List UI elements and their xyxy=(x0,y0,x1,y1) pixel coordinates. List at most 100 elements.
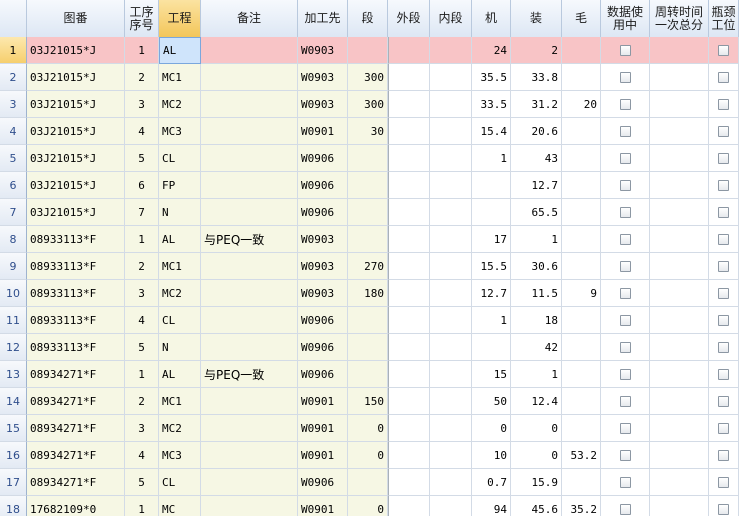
cell-note[interactable] xyxy=(201,64,298,91)
cell-assy[interactable]: 42 xyxy=(511,334,562,361)
cell-seq[interactable]: 3 xyxy=(125,91,159,118)
cell-seq[interactable]: 4 xyxy=(125,118,159,145)
cell-assy[interactable]: 31.2 xyxy=(511,91,562,118)
cell-note[interactable] xyxy=(201,253,298,280)
checkbox-quota[interactable] xyxy=(718,395,729,407)
cell-mao[interactable]: 35.2 xyxy=(562,496,601,516)
cell-turnover[interactable] xyxy=(650,361,709,388)
cell-seq[interactable]: 3 xyxy=(125,415,159,442)
cell-outer[interactable] xyxy=(388,226,430,253)
cell-mao[interactable] xyxy=(562,415,601,442)
cell-part[interactable]: 03J21015*J xyxy=(27,199,125,226)
cell-mao[interactable]: 53.2 xyxy=(562,442,601,469)
cell-machine[interactable]: 1 xyxy=(472,145,511,172)
table-row[interactable]: 12 08933113*F 5 N W0906 42 xyxy=(0,334,739,361)
cell-vendor[interactable]: W0906 xyxy=(298,334,348,361)
cell-machine[interactable]: 35.5 xyxy=(472,64,511,91)
cell-turnover[interactable] xyxy=(650,91,709,118)
checkbox-quota[interactable] xyxy=(718,152,729,164)
cell-proc[interactable]: CL xyxy=(159,145,201,172)
cell-proc[interactable]: MC1 xyxy=(159,253,201,280)
cell-seq[interactable]: 7 xyxy=(125,199,159,226)
cell-inuse[interactable] xyxy=(601,415,650,442)
cell-inner[interactable] xyxy=(430,199,472,226)
table-row[interactable]: 16 08934271*F 4 MC3 W0901 0 10 0 53.2 xyxy=(0,442,739,469)
cell-inner[interactable] xyxy=(430,172,472,199)
cell-seq[interactable]: 2 xyxy=(125,64,159,91)
row-number[interactable]: 14 xyxy=(0,388,27,415)
cell-vendor[interactable]: W0903 xyxy=(298,37,348,64)
cell-part[interactable]: 03J21015*J xyxy=(27,118,125,145)
cell-quota[interactable] xyxy=(709,118,739,145)
cell-mao[interactable] xyxy=(562,37,601,64)
cell-inner[interactable] xyxy=(430,469,472,496)
cell-machine[interactable]: 15.5 xyxy=(472,253,511,280)
cell-part[interactable]: 08934271*F xyxy=(27,388,125,415)
cell-part[interactable]: 08933113*F xyxy=(27,226,125,253)
checkbox-quota[interactable] xyxy=(718,287,729,299)
cell-note[interactable] xyxy=(201,172,298,199)
cell-seq[interactable]: 5 xyxy=(125,334,159,361)
cell-dan[interactable] xyxy=(348,145,388,172)
row-number[interactable]: 11 xyxy=(0,307,27,334)
cell-proc[interactable]: AL xyxy=(159,226,201,253)
cell-note[interactable] xyxy=(201,199,298,226)
cell-inuse[interactable] xyxy=(601,118,650,145)
cell-machine[interactable] xyxy=(472,334,511,361)
column-header-outer[interactable]: 外段 xyxy=(388,0,430,37)
cell-proc[interactable]: MC3 xyxy=(159,442,201,469)
cell-vendor[interactable]: W0901 xyxy=(298,442,348,469)
cell-turnover[interactable] xyxy=(650,496,709,516)
cell-proc[interactable]: MC1 xyxy=(159,388,201,415)
cell-seq[interactable]: 6 xyxy=(125,172,159,199)
table-row[interactable]: 2 03J21015*J 2 MC1 W0903 300 35.5 33.8 xyxy=(0,64,739,91)
cell-outer[interactable] xyxy=(388,37,430,64)
cell-turnover[interactable] xyxy=(650,64,709,91)
cell-turnover[interactable] xyxy=(650,415,709,442)
cell-part[interactable]: 08934271*F xyxy=(27,469,125,496)
cell-quota[interactable] xyxy=(709,469,739,496)
cell-dan[interactable]: 270 xyxy=(348,253,388,280)
cell-inuse[interactable] xyxy=(601,307,650,334)
cell-outer[interactable] xyxy=(388,118,430,145)
cell-vendor[interactable]: W0903 xyxy=(298,91,348,118)
cell-inuse[interactable] xyxy=(601,91,650,118)
cell-turnover[interactable] xyxy=(650,199,709,226)
column-header-mao[interactable]: 毛 xyxy=(562,0,601,37)
cell-turnover[interactable] xyxy=(650,226,709,253)
cell-machine[interactable]: 1 xyxy=(472,307,511,334)
cell-quota[interactable] xyxy=(709,334,739,361)
checkbox-quota[interactable] xyxy=(718,422,729,434)
cell-dan[interactable] xyxy=(348,361,388,388)
cell-outer[interactable] xyxy=(388,334,430,361)
cell-turnover[interactable] xyxy=(650,253,709,280)
cell-seq[interactable]: 3 xyxy=(125,280,159,307)
checkbox-quota[interactable] xyxy=(718,71,729,83)
row-number[interactable]: 17 xyxy=(0,469,27,496)
cell-assy[interactable]: 11.5 xyxy=(511,280,562,307)
row-number[interactable]: 16 xyxy=(0,442,27,469)
column-header-part[interactable]: 图番 xyxy=(27,0,125,37)
cell-machine[interactable]: 24 xyxy=(472,37,511,64)
checkbox-inuse[interactable] xyxy=(619,503,631,515)
cell-machine[interactable]: 50 xyxy=(472,388,511,415)
cell-quota[interactable] xyxy=(709,145,739,172)
cell-part[interactable]: 03J21015*J xyxy=(27,172,125,199)
cell-vendor[interactable]: W0906 xyxy=(298,145,348,172)
table-row[interactable]: 18 17682109*0 1 MC W0901 0 94 45.6 35.2 xyxy=(0,496,739,516)
column-header-proc[interactable]: 工程 xyxy=(159,0,201,37)
cell-inner[interactable] xyxy=(430,145,472,172)
column-header-note[interactable]: 备注 xyxy=(201,0,298,37)
cell-seq[interactable]: 2 xyxy=(125,253,159,280)
cell-dan[interactable] xyxy=(348,172,388,199)
cell-quota[interactable] xyxy=(709,442,739,469)
checkbox-inuse[interactable] xyxy=(619,314,631,326)
cell-part[interactable]: 17682109*0 xyxy=(27,496,125,516)
cell-inuse[interactable] xyxy=(601,469,650,496)
cell-inner[interactable] xyxy=(430,280,472,307)
cell-seq[interactable]: 4 xyxy=(125,307,159,334)
table-row[interactable]: 17 08934271*F 5 CL W0906 0.7 15.9 xyxy=(0,469,739,496)
cell-note[interactable] xyxy=(201,415,298,442)
cell-mao[interactable]: 9 xyxy=(562,280,601,307)
table-row[interactable]: 10 08933113*F 3 MC2 W0903 180 12.7 11.5 9 xyxy=(0,280,739,307)
